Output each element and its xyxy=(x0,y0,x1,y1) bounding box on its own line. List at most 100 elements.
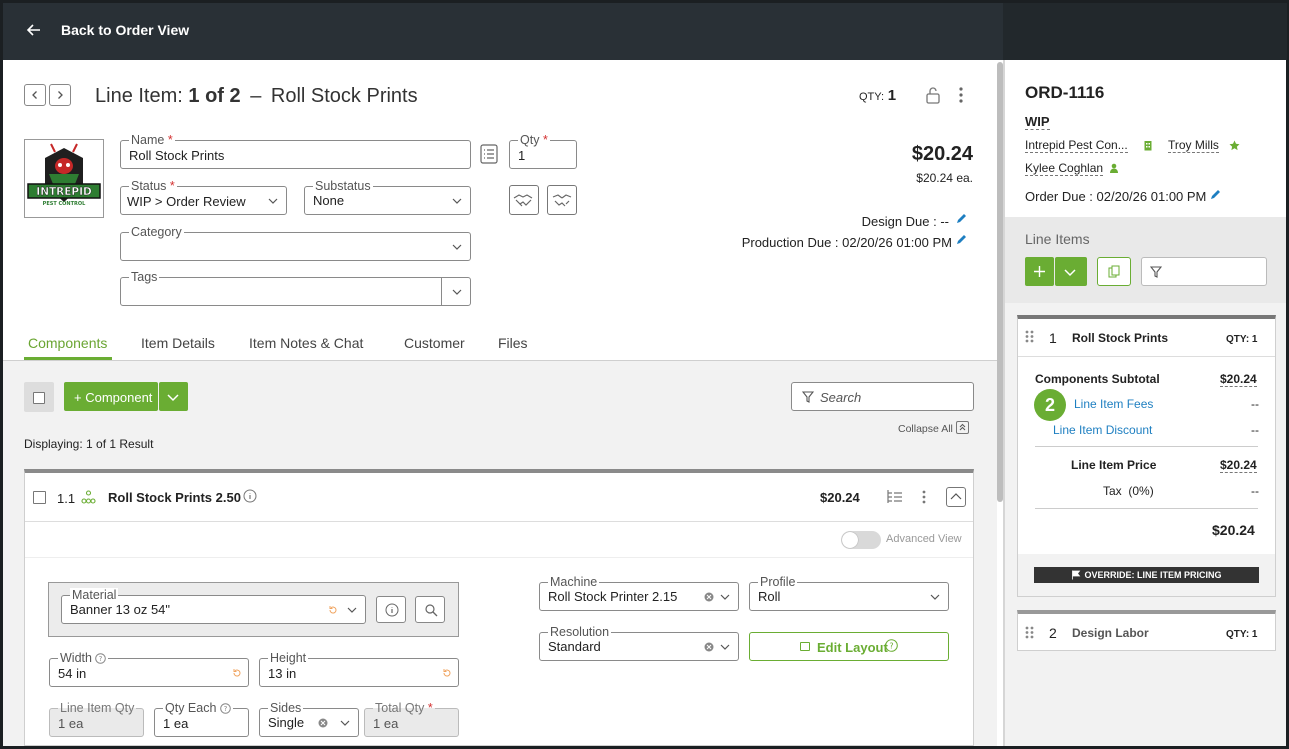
add-line-item-dropdown[interactable] xyxy=(1055,257,1087,286)
profile-value: Roll xyxy=(758,589,781,604)
width-input[interactable]: Width ? 54 in xyxy=(49,651,249,687)
resolution-select[interactable]: Resolution Standard xyxy=(539,625,739,661)
resolution-value: Standard xyxy=(548,639,601,654)
reset-icon xyxy=(233,669,241,677)
order-due: Order Due : 02/20/26 01:00 PM xyxy=(1025,189,1207,204)
component-tree-view-icon[interactable] xyxy=(885,489,903,505)
tab-customer[interactable]: Customer xyxy=(404,335,465,351)
tax-value: -- xyxy=(1251,484,1259,498)
chevron-down-icon xyxy=(340,718,350,728)
edit-production-due-icon[interactable] xyxy=(955,234,967,246)
tab-item-notes-chat[interactable]: Item Notes & Chat xyxy=(249,335,363,351)
material-select[interactable]: Material Banner 13 oz 54" xyxy=(61,588,366,624)
chevron-down-icon xyxy=(347,605,357,615)
order-id: ORD-1116 xyxy=(1025,83,1105,102)
line-item-discount-value: -- xyxy=(1251,423,1259,437)
page-title: Line Item: 1 of 2 – Roll Stock Prints xyxy=(95,85,418,108)
order-rep[interactable]: Troy Mills xyxy=(1168,138,1219,153)
title-prefix: Line Item: xyxy=(95,85,183,107)
line-item-number: 1 xyxy=(1049,330,1057,346)
advanced-view-label: Advanced View xyxy=(886,533,962,545)
order-customer[interactable]: Intrepid Pest Con... xyxy=(1025,138,1128,153)
profile-select[interactable]: Profile Roll xyxy=(749,575,949,611)
clear-icon xyxy=(704,592,714,602)
order-status[interactable]: WIP xyxy=(1025,114,1050,130)
add-component-dropdown[interactable] xyxy=(159,382,188,411)
edit-order-due-icon[interactable] xyxy=(1209,189,1221,201)
qty-each-input[interactable]: Qty Each ? 1 ea xyxy=(154,701,249,737)
back-arrow-icon[interactable] xyxy=(24,20,44,40)
clear-icon xyxy=(704,642,714,652)
header-qty: QTY: 1 xyxy=(859,87,896,104)
summary-divider-1 xyxy=(1035,446,1258,447)
line-item-qty: QTY: 1 xyxy=(1226,334,1258,345)
more-options-icon[interactable] xyxy=(955,86,967,104)
svg-text:?: ? xyxy=(99,655,103,663)
name-list-icon[interactable] xyxy=(480,144,498,164)
design-due: Design Due : -- xyxy=(861,214,949,229)
name-label: Name * xyxy=(129,133,175,147)
line-item-qty-field: Line Item Qty 1 ea xyxy=(49,701,144,737)
component-info-icon[interactable] xyxy=(243,489,257,503)
tab-components[interactable]: Components xyxy=(28,335,107,351)
edit-layout-button[interactable]: Edit Layout ? xyxy=(749,632,949,661)
next-item-button[interactable] xyxy=(49,84,71,106)
substatus-select[interactable]: Substatus None xyxy=(304,179,471,215)
component-search-input[interactable]: Search xyxy=(791,382,974,411)
star-icon xyxy=(1229,140,1240,151)
advanced-view-toggle[interactable] xyxy=(841,531,881,549)
header-qty-label: QTY: xyxy=(859,91,885,103)
collapse-all-link[interactable]: Collapse All xyxy=(898,423,953,435)
machine-select[interactable]: Machine Roll Stock Printer 2.15 xyxy=(539,575,739,611)
component-collapse-icon[interactable] xyxy=(946,487,966,507)
collapse-all-icon[interactable] xyxy=(956,421,969,434)
chevron-down-icon[interactable] xyxy=(452,287,462,297)
tab-files[interactable]: Files xyxy=(498,335,528,351)
tax-label: Tax (0%) xyxy=(1103,484,1154,498)
tab-item-details[interactable]: Item Details xyxy=(141,335,215,351)
top-bar-right xyxy=(1003,3,1287,60)
height-input[interactable]: Height 13 in xyxy=(259,651,459,687)
qty-field[interactable]: Qty * 1 xyxy=(509,133,577,169)
line-item-discount-link[interactable]: Line Item Discount xyxy=(1053,423,1152,437)
flag-icon xyxy=(1072,570,1081,580)
sides-select[interactable]: Sides Single xyxy=(259,701,359,737)
order-contact[interactable]: Kylee Coghlan xyxy=(1025,161,1104,176)
production-due: Production Due : 02/20/26 01:00 PM xyxy=(741,235,952,250)
select-all-checkbox[interactable] xyxy=(24,382,54,412)
line-item-fees-link[interactable]: Line Item Fees xyxy=(1074,397,1153,411)
line-items-filter-input[interactable] xyxy=(1141,257,1267,286)
title-separator: – xyxy=(250,85,262,107)
component-tree-icon xyxy=(81,490,96,504)
drag-handle-icon[interactable] xyxy=(1025,626,1034,639)
lock-icon[interactable] xyxy=(925,86,941,104)
status-select[interactable]: Status * WIP > Order Review xyxy=(120,179,287,215)
override-pricing-button[interactable]: OVERRIDE: LINE ITEM PRICING xyxy=(1034,567,1259,583)
filter-icon xyxy=(802,391,814,403)
qty-each-value: 1 ea xyxy=(163,716,189,731)
material-search-button[interactable] xyxy=(415,596,445,623)
drag-handle-icon[interactable] xyxy=(1025,330,1034,343)
tags-select[interactable]: Tags xyxy=(120,270,471,306)
back-to-order-link[interactable]: Back to Order View xyxy=(61,22,189,38)
edit-design-due-icon[interactable] xyxy=(955,213,967,225)
component-checkbox[interactable] xyxy=(33,491,46,504)
advanced-divider xyxy=(25,557,973,558)
line-item-name: Design Labor xyxy=(1072,626,1149,640)
sides-value: Single xyxy=(268,715,305,730)
material-info-button[interactable] xyxy=(376,596,406,623)
qty-value: 1 xyxy=(518,148,526,163)
handshake-off-icon[interactable] xyxy=(547,185,577,215)
prev-item-button[interactable] xyxy=(24,84,46,106)
name-field[interactable]: Name * Roll Stock Prints xyxy=(120,133,471,169)
add-component-button[interactable]: + Component xyxy=(64,382,158,411)
copy-line-items-button[interactable] xyxy=(1097,257,1131,286)
svg-text:PEST CONTROL: PEST CONTROL xyxy=(43,201,86,207)
handshake-icon[interactable] xyxy=(509,185,539,215)
clear-icon xyxy=(318,718,328,728)
category-select[interactable]: Category xyxy=(120,225,471,261)
item-total-price: $20.24 xyxy=(911,143,973,165)
building-icon xyxy=(1143,140,1153,151)
add-line-item-button[interactable] xyxy=(1025,257,1054,286)
component-more-icon[interactable] xyxy=(919,489,929,505)
